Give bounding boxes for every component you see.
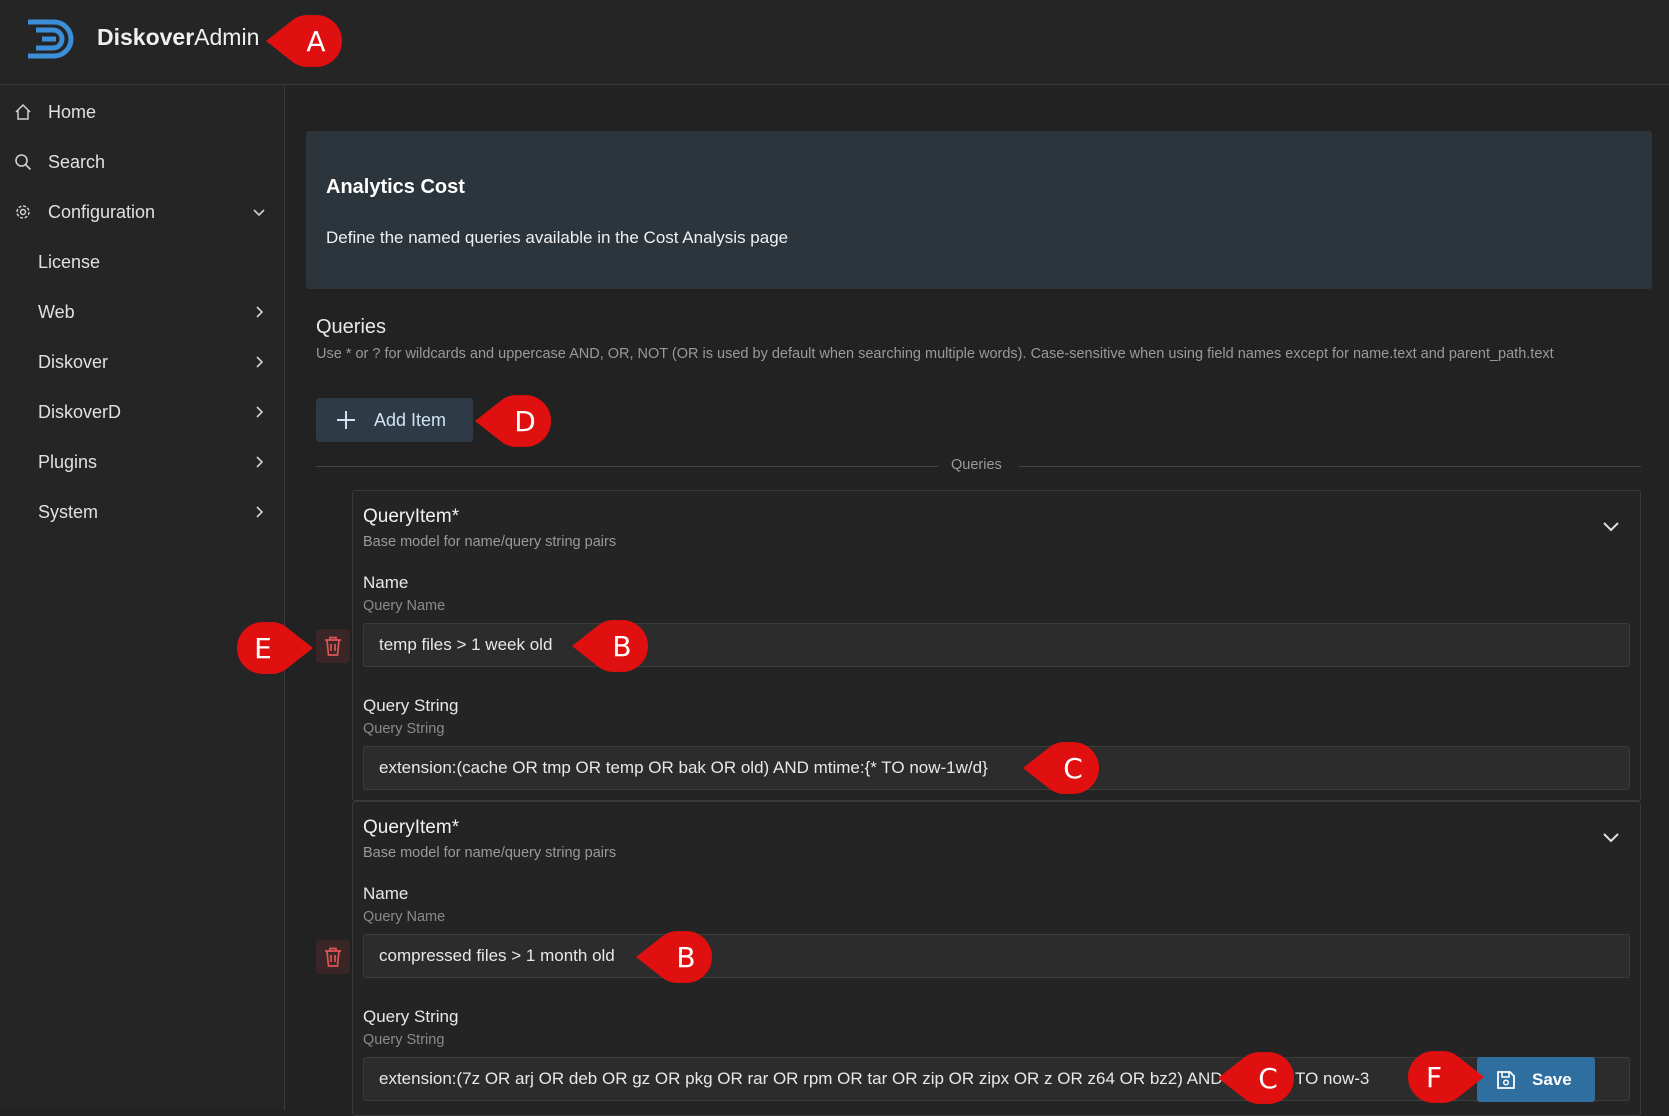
chevron-right-icon (256, 406, 264, 418)
collapse-chevron-icon[interactable] (1600, 515, 1622, 537)
callout-marker-d: D (475, 393, 553, 449)
save-label: Save (1532, 1069, 1572, 1089)
sidebar-item-diskover[interactable]: Diskover (0, 342, 285, 382)
sidebar-item-plugins[interactable]: Plugins (0, 442, 285, 482)
query-name-input[interactable]: compressed files > 1 month old (363, 934, 1630, 978)
chevron-right-icon (256, 356, 264, 368)
chevron-right-icon (256, 506, 264, 518)
callout-letter: C (1063, 752, 1083, 785)
page-title: Analytics Cost (326, 176, 465, 198)
brand-bold: Diskover (97, 24, 195, 50)
query-string-input[interactable]: extension:(cache OR tmp OR temp OR bak O… (363, 746, 1630, 790)
query-item-subtitle: Base model for name/query string pairs (363, 845, 617, 861)
delete-item-button[interactable] (316, 629, 350, 663)
sidebar-item-label: Search (48, 151, 106, 172)
collapse-chevron-icon[interactable] (1600, 826, 1622, 848)
divider-left (316, 466, 938, 467)
query-item-title: QueryItem* (363, 506, 460, 527)
chevron-right-icon (256, 306, 264, 318)
home-icon (15, 103, 31, 120)
query-item-title: QueryItem* (363, 817, 460, 838)
callout-letter: F (1425, 1061, 1443, 1094)
callout-letter: C (1258, 1062, 1278, 1095)
name-field-hint: Query Name (363, 909, 446, 925)
sidebar-item-web[interactable]: Web (0, 292, 285, 332)
sidebar-item-system[interactable]: System (0, 492, 285, 532)
trash-icon (325, 947, 341, 967)
callout-marker-f: F (1406, 1049, 1484, 1105)
app-title: DiskoverAdmin (97, 24, 259, 51)
sidebar-item-home[interactable]: Home (0, 92, 285, 132)
callout-marker-e: E (235, 620, 313, 676)
sidebar-item-label: Configuration (48, 201, 156, 222)
name-field-label: Name (363, 884, 409, 903)
query-name-input[interactable]: temp files > 1 week old (363, 623, 1630, 667)
sidebar-item-label: License (38, 251, 101, 272)
query-string-hint: Query String (363, 1032, 445, 1048)
callout-letter: A (306, 25, 326, 58)
sidebar-item-license[interactable]: License (0, 242, 285, 282)
save-button[interactable]: Save (1477, 1057, 1595, 1102)
trash-icon (325, 636, 341, 656)
sidebar: Home Search Configuration License Web Di… (0, 85, 285, 1110)
add-item-label: Add Item (374, 409, 447, 430)
sidebar-item-label: Plugins (38, 451, 98, 472)
query-string-label: Query String (363, 696, 459, 715)
brand-light: Admin (194, 24, 260, 50)
callout-letter: B (676, 941, 696, 974)
queries-section-title: Queries (316, 316, 387, 338)
queries-help-text: Use * or ? for wildcards and uppercase A… (316, 346, 1554, 362)
gear-icon (16, 205, 30, 219)
sidebar-item-search[interactable]: Search (0, 142, 285, 182)
top-bar: DiskoverAdmin (0, 0, 1669, 85)
name-field-hint: Query Name (363, 598, 446, 614)
callout-marker-c: C (1023, 740, 1101, 796)
floppy-disk-icon (1497, 1071, 1515, 1089)
callout-marker-b: B (572, 618, 650, 674)
sidebar-item-label: Diskover (38, 351, 109, 372)
delete-item-button[interactable] (316, 940, 350, 974)
add-item-button[interactable]: Add Item (316, 398, 473, 442)
callout-letter: B (612, 630, 632, 663)
sidebar-item-label: Web (38, 301, 75, 322)
page-header-banner: Analytics Cost Define the named queries … (306, 131, 1652, 289)
diskover-logo-icon[interactable] (22, 16, 78, 62)
callout-marker-a: A (266, 13, 344, 69)
sidebar-item-label: System (38, 501, 99, 522)
callout-marker-b: B (636, 929, 714, 985)
page-description: Define the named queries available in th… (326, 228, 789, 247)
query-string-label: Query String (363, 1007, 459, 1026)
query-item-card: QueryItem* Base model for name/query str… (352, 490, 1641, 801)
sidebar-item-configuration[interactable]: Configuration (0, 192, 285, 232)
chevron-right-icon (256, 456, 264, 468)
sidebar-item-diskoverd[interactable]: DiskoverD (0, 392, 285, 432)
query-item-subtitle: Base model for name/query string pairs (363, 534, 617, 550)
plus-icon (337, 411, 355, 429)
query-string-hint: Query String (363, 721, 445, 737)
divider-right (1019, 466, 1641, 467)
callout-marker-c: C (1218, 1050, 1296, 1106)
name-field-label: Name (363, 573, 409, 592)
callout-letter: E (254, 632, 272, 665)
sidebar-item-label: Home (48, 101, 97, 122)
chevron-down-icon (253, 209, 265, 217)
callout-letter: D (514, 405, 536, 438)
search-icon (15, 154, 32, 171)
divider-label: Queries (951, 457, 1002, 473)
sidebar-item-label: DiskoverD (38, 401, 122, 422)
